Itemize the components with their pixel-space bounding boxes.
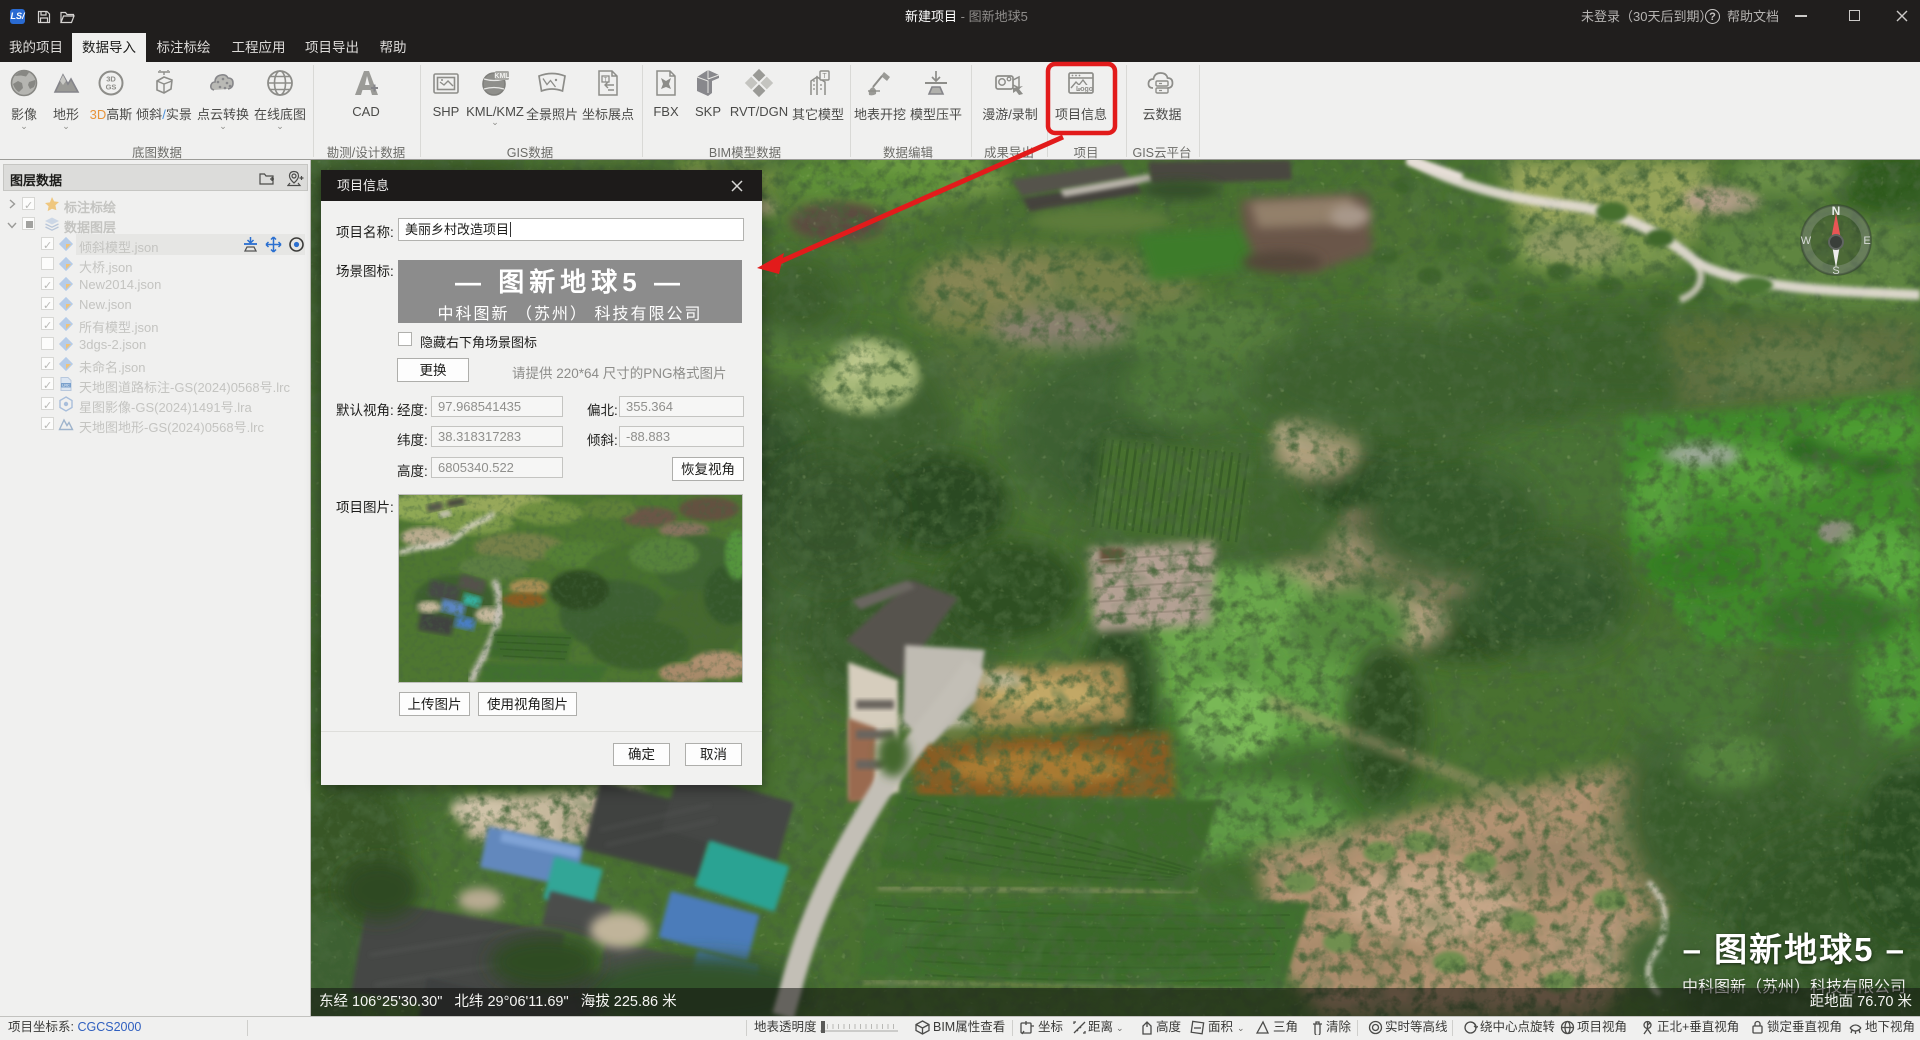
svg-text:T: T bbox=[822, 73, 827, 80]
svg-text:E: E bbox=[1863, 235, 1870, 247]
svg-text:LRC: LRC bbox=[62, 384, 70, 388]
svg-text:GS: GS bbox=[106, 83, 117, 92]
svg-text:W: W bbox=[1801, 235, 1812, 247]
svg-text:KML: KML bbox=[494, 73, 510, 80]
